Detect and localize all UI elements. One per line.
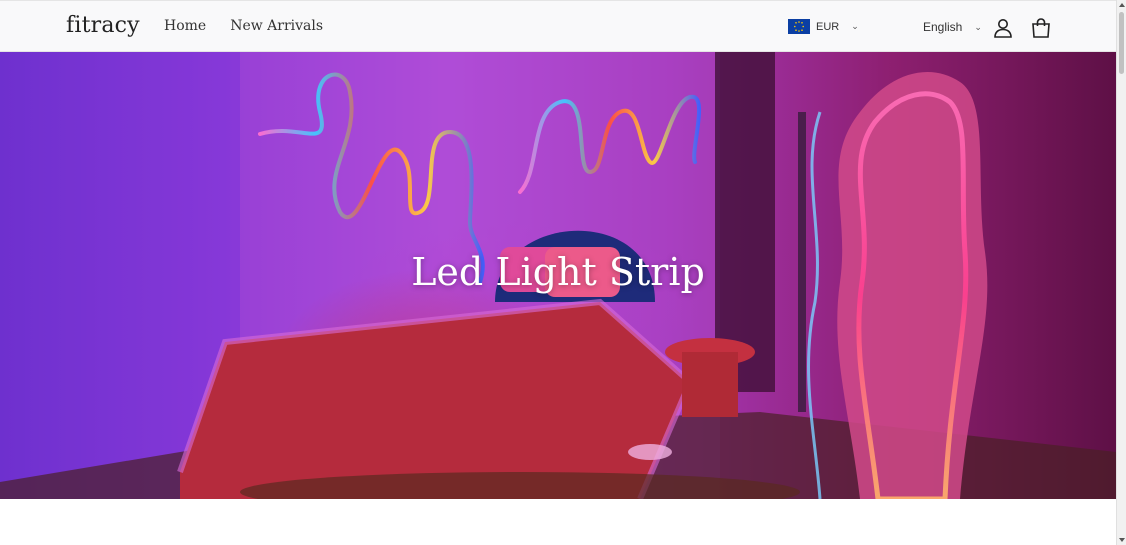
language-selector[interactable]: English ⌄ bbox=[923, 20, 982, 34]
hero-banner: Led Light Strip bbox=[0, 52, 1116, 499]
scroll-up-icon[interactable] bbox=[1119, 3, 1125, 7]
user-icon[interactable] bbox=[992, 17, 1014, 39]
main-nav: Home New Arrivals bbox=[164, 18, 323, 34]
currency-code: EUR bbox=[816, 20, 840, 33]
store-logo[interactable]: fitracy bbox=[66, 13, 140, 38]
hero-title: Led Light Strip bbox=[411, 250, 705, 294]
language-label: English bbox=[923, 20, 963, 34]
shopping-bag-icon[interactable] bbox=[1030, 17, 1052, 39]
chevron-down-icon: ⌄ bbox=[851, 21, 859, 31]
scroll-down-icon[interactable] bbox=[1119, 538, 1125, 542]
currency-selector[interactable]: EUR ⌄ bbox=[788, 19, 859, 34]
site-header: fitracy Home New Arrivals EUR ⌄ English … bbox=[0, 0, 1116, 52]
eu-flag-icon bbox=[788, 19, 810, 34]
nav-new-arrivals[interactable]: New Arrivals bbox=[230, 18, 323, 34]
chevron-down-icon: ⌄ bbox=[974, 21, 982, 32]
nav-home[interactable]: Home bbox=[164, 18, 206, 34]
page-scrollbar[interactable] bbox=[1116, 0, 1126, 545]
scroll-thumb[interactable] bbox=[1119, 12, 1124, 74]
